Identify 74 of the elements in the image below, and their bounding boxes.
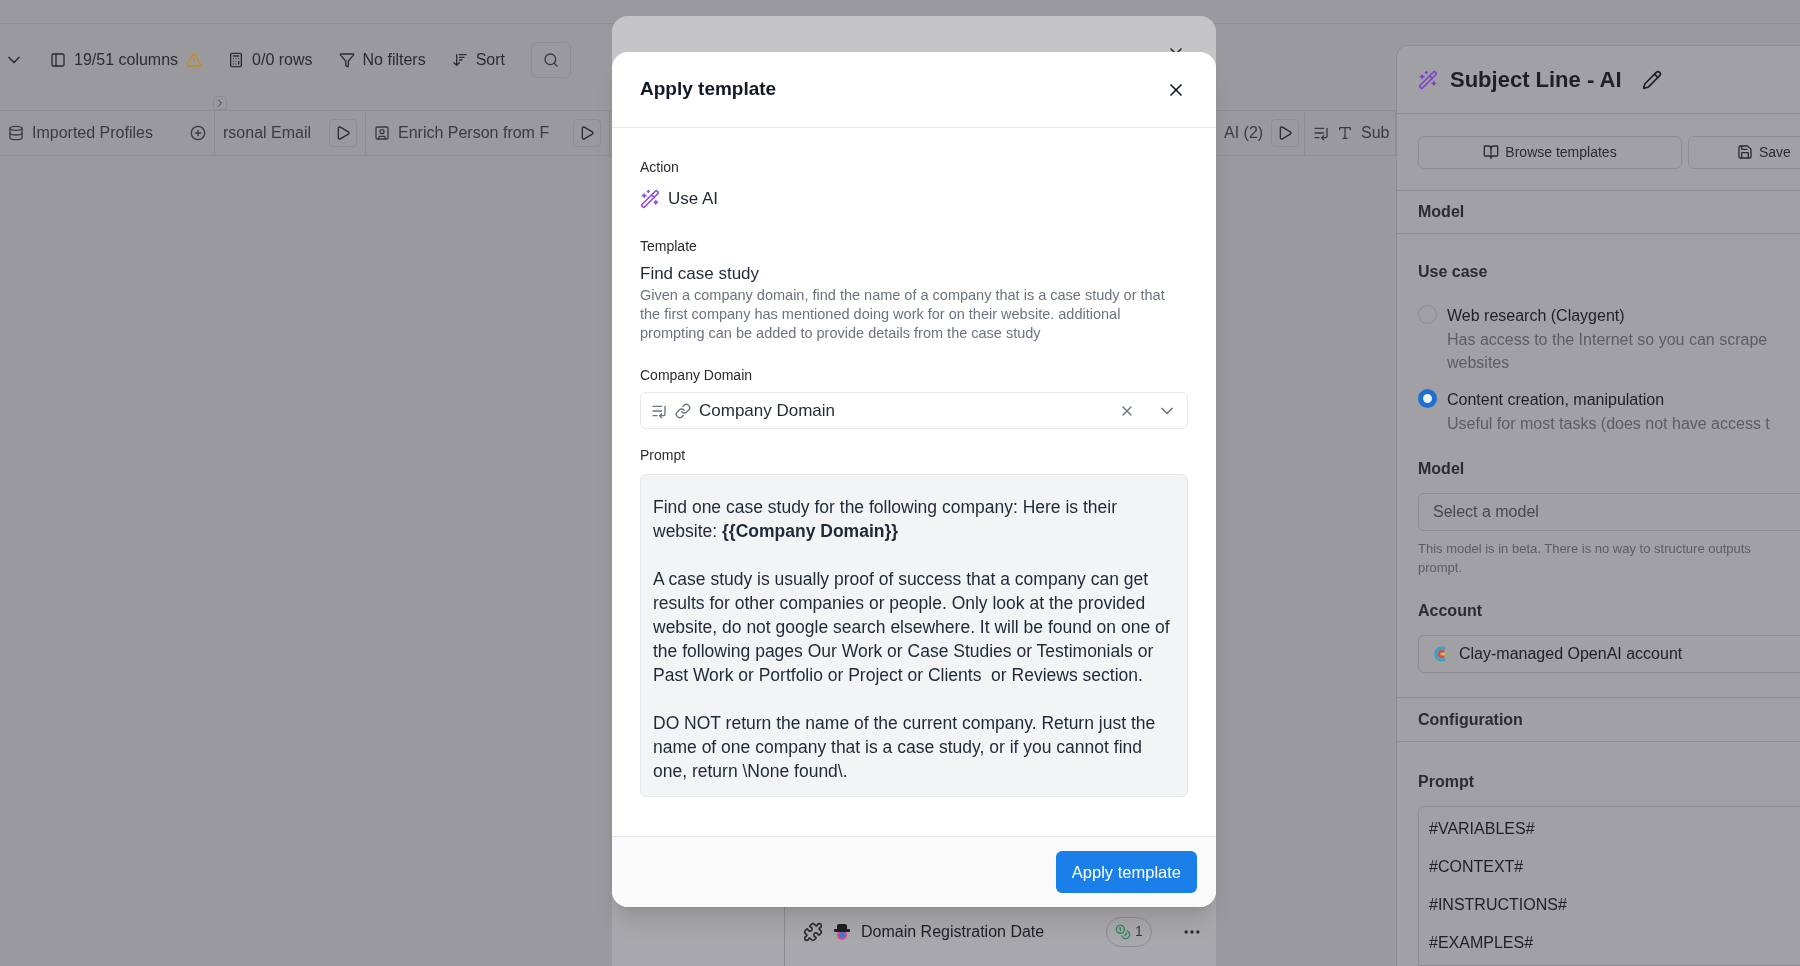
- prompt-paragraph: Find one case study for the following company: Here is their website: {{Company Domain}}: [653, 496, 1118, 543]
- database-icon: [8, 125, 24, 141]
- option-description: websites: [1447, 353, 1511, 373]
- field-label: Prompt: [640, 446, 687, 465]
- section-heading: Configuration: [1418, 709, 1523, 730]
- hint-text: This model is in beta. There is no way to structure outputs: [1418, 540, 1752, 558]
- play-icon: [335, 125, 351, 141]
- field-label: Prompt: [1418, 772, 1475, 792]
- search-icon: [543, 52, 559, 68]
- toolbar-button[interactable]: 19/51 columns: [50, 48, 203, 72]
- add-icon[interactable]: [190, 125, 206, 141]
- field-label: Account: [1418, 601, 1483, 621]
- option-description: Useful for most tasks (does not have access t: [1447, 414, 1770, 434]
- run-button[interactable]: [329, 119, 357, 147]
- radio-button[interactable]: [1418, 389, 1437, 408]
- column-header[interactable]: Sub: [1361, 121, 1390, 145]
- prompt-line: #EXAMPLES#: [1429, 933, 1535, 953]
- hint-text: prompt.: [1418, 559, 1464, 577]
- sort-icon: [451, 52, 468, 68]
- toolbar-button[interactable]: Sort: [451, 48, 505, 72]
- row-label[interactable]: Domain Registration Date: [861, 919, 1096, 944]
- prompt-paragraph: A case study is usually proof of success that a company can get results for other companies or people. Only look at the provided website, do not google search elsewhere. It will be found on one of the following pages Our Work or Case Studies or Testimonials or Past Work or Portfolio or Project or Clients or Reviews section.: [653, 568, 1171, 687]
- option-label[interactable]: Web research (Claygent): [1447, 304, 1768, 328]
- play-icon: [579, 125, 595, 141]
- option-description: Has access to the Internet so you can scrape: [1447, 330, 1768, 350]
- filter-icon: [338, 52, 355, 68]
- account-select[interactable]: Clay-managed OpenAI account: [1418, 635, 1800, 673]
- save-button[interactable]: Save: [1688, 135, 1800, 169]
- panel-title: Subject Line - AI: [1450, 66, 1622, 94]
- search-button[interactable]: [531, 42, 571, 78]
- template-name: Find case study: [640, 262, 761, 285]
- column-header[interactable]: Imported Profiles: [32, 121, 182, 145]
- hat-icon: [833, 922, 851, 941]
- prompt-field[interactable]: [640, 474, 1188, 797]
- field-label: Action: [640, 158, 680, 177]
- field-label: Use case: [1418, 262, 1489, 282]
- field-label: Template: [640, 236, 698, 256]
- toolbar-button[interactable]: 0/0 rows: [228, 48, 313, 72]
- run-button[interactable]: [1271, 119, 1300, 147]
- coin-icon: [1115, 923, 1131, 940]
- book-icon: [1483, 144, 1500, 160]
- prompt-line: #VARIABLES#: [1429, 819, 1536, 839]
- calculator-icon: [228, 52, 245, 68]
- save-icon: [1737, 144, 1753, 160]
- prompt-field[interactable]: #VARIABLES# #CONTEXT# #INSTRUCTIONS# #EXAMPLES#: [1418, 806, 1800, 966]
- field-label: Company Domain: [640, 366, 754, 385]
- column-header[interactable]: rsonal Email: [223, 121, 321, 145]
- model-select[interactable]: Select a model: [1418, 493, 1800, 531]
- puzzle-icon: [803, 921, 823, 942]
- column-select[interactable]: Company Domain: [640, 392, 1188, 429]
- action-value: Use AI: [668, 188, 719, 210]
- list-arrow-icon: [1313, 125, 1329, 141]
- dialog-title: Apply template: [640, 77, 777, 102]
- magic-wand-icon: [640, 188, 660, 209]
- link-icon: [675, 402, 691, 419]
- run-button[interactable]: [573, 119, 601, 147]
- prompt-line: #INSTRUCTIONS#: [1429, 895, 1568, 915]
- toolbar-button[interactable]: No filters: [338, 48, 426, 72]
- option-label[interactable]: Content creation, manipulation: [1447, 388, 1770, 412]
- play-icon: [1277, 125, 1294, 141]
- apply-template-button[interactable]: Apply template: [1055, 851, 1197, 893]
- contact-icon: [374, 125, 390, 141]
- text-type-icon: [1337, 125, 1353, 141]
- field-label: Model: [1418, 459, 1466, 479]
- magic-wand-icon: [1418, 69, 1438, 90]
- table-icon: [50, 52, 66, 68]
- column-header[interactable]: Enrich Person from F: [398, 121, 565, 145]
- prompt-line: #CONTEXT#: [1429, 857, 1525, 877]
- column-header[interactable]: AI (2): [1224, 121, 1264, 145]
- prompt-paragraph: DO NOT return the name of the current company. Return just the name of one company that is a case study, or if you cannot find one, return \None found\.: [653, 712, 1157, 783]
- pencil-icon[interactable]: [1641, 69, 1662, 90]
- browse-templates-button[interactable]: Browse templates: [1418, 135, 1682, 169]
- section-heading: Model: [1418, 202, 1465, 222]
- template-description: Given a company domain, find the name of a company that is a case study or that the first company has mentioned doing work for on their website. additional prompting can be added to provide details from the case study: [640, 286, 1166, 343]
